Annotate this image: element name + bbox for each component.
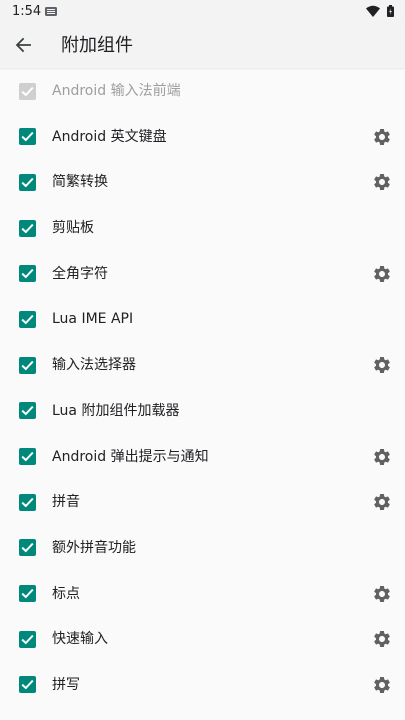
check-icon: [21, 269, 34, 279]
gear-icon: [374, 631, 390, 648]
addon-checkbox[interactable]: [19, 128, 36, 146]
addon-settings-button[interactable]: [372, 629, 392, 649]
gear-icon: [374, 585, 390, 602]
check-icon: [21, 680, 34, 690]
addon-checkbox[interactable]: [19, 448, 36, 465]
addon-row-10[interactable]: 额外拼音功能: [0, 525, 405, 571]
addon-label: 快速输入: [52, 631, 108, 648]
addon-checkbox[interactable]: [19, 402, 36, 420]
addon-label: Android 英文键盘: [52, 128, 167, 145]
app-bar: 附加组件: [0, 24, 405, 68]
check-icon: [21, 634, 34, 645]
addon-label: 输入法选择器: [52, 357, 136, 374]
addon-label: 额外拼音功能: [52, 539, 136, 556]
check-icon: [21, 406, 34, 416]
scrollbar: [401, 74, 404, 654]
gear-icon: [374, 174, 390, 191]
addon-checkbox[interactable]: [19, 265, 36, 283]
wifi-icon: [366, 5, 380, 17]
addon-settings-button[interactable]: [372, 447, 392, 467]
addon-settings-button[interactable]: [372, 127, 392, 147]
addon-checkbox[interactable]: [19, 630, 36, 648]
check-icon: [21, 132, 34, 142]
addon-checkbox[interactable]: [19, 539, 36, 557]
gear-icon: [374, 128, 390, 145]
addon-settings-button[interactable]: [372, 584, 392, 604]
addon-row-7[interactable]: Lua 附加组件加载器: [0, 388, 405, 434]
addon-checkbox[interactable]: [19, 356, 36, 374]
check-icon: [21, 314, 34, 325]
addon-row-4[interactable]: 全角字符: [0, 251, 405, 297]
check-icon: [21, 451, 34, 462]
addon-row-6[interactable]: 输入法选择器: [0, 342, 405, 388]
addon-row-13[interactable]: 拼写: [0, 662, 405, 708]
addon-label: 拼音: [52, 494, 80, 511]
addon-row-2[interactable]: 简繁转换: [0, 159, 405, 205]
addon-label: 标点: [52, 585, 80, 602]
addon-label: Lua IME API: [52, 311, 134, 328]
addon-label: Android 弹出提示与通知: [52, 448, 209, 465]
addon-label: 拼写: [52, 676, 80, 693]
check-icon: [21, 588, 34, 599]
gear-icon: [374, 357, 390, 374]
addon-settings-button[interactable]: [372, 172, 392, 192]
addon-settings-button[interactable]: [372, 675, 392, 695]
arrow-back-icon: [15, 37, 31, 53]
addon-checkbox[interactable]: [19, 585, 36, 603]
gear-icon: [374, 448, 390, 465]
check-icon: [21, 177, 34, 188]
addon-settings-button[interactable]: [372, 264, 392, 284]
addon-settings-button[interactable]: [372, 492, 392, 512]
addon-checkbox: [19, 82, 36, 100]
battery-icon: [387, 5, 394, 17]
addon-row-1[interactable]: Android 英文键盘: [0, 114, 405, 160]
addon-row-3[interactable]: 剪贴板: [0, 205, 405, 251]
addon-row-9[interactable]: 拼音: [0, 479, 405, 525]
check-icon: [21, 86, 34, 96]
addon-row-11[interactable]: 标点: [0, 571, 405, 617]
addon-row-8[interactable]: Android 弹出提示与通知: [0, 434, 405, 480]
addon-checkbox[interactable]: [19, 310, 36, 328]
addon-label: 全角字符: [52, 265, 108, 282]
check-icon: [21, 497, 34, 508]
addon-list: Android 输入法前端 Android 英文键盘 简繁转换 剪贴板 全角字符…: [0, 68, 405, 708]
status-time: 1:54: [12, 4, 42, 19]
status-bar: 1:54: [0, 0, 405, 24]
check-icon: [21, 360, 34, 371]
addon-label: Android 输入法前端: [52, 83, 181, 99]
page-title: 附加组件: [61, 35, 133, 56]
addon-checkbox[interactable]: [19, 676, 36, 694]
screen: 1:54 附加组件 Android 输入法前端 Android 英文键盘 简繁转…: [0, 0, 405, 720]
gear-icon: [374, 494, 390, 511]
addon-row-5[interactable]: Lua IME API: [0, 296, 405, 342]
gear-icon: [374, 265, 390, 282]
addon-checkbox[interactable]: [19, 173, 36, 191]
addon-label: Lua 附加组件加载器: [52, 402, 180, 419]
gear-icon: [374, 676, 390, 693]
check-icon: [21, 543, 34, 553]
addon-checkbox[interactable]: [19, 219, 36, 237]
check-icon: [21, 223, 34, 233]
addon-row-12[interactable]: 快速输入: [0, 616, 405, 662]
addon-label: 简繁转换: [52, 174, 108, 191]
addon-row-0: Android 输入法前端: [0, 68, 405, 114]
addon-settings-button[interactable]: [372, 355, 392, 375]
keyboard-icon: [45, 7, 57, 16]
back-button[interactable]: [4, 24, 40, 68]
addon-label: 剪贴板: [52, 220, 94, 237]
addon-checkbox[interactable]: [19, 493, 36, 511]
